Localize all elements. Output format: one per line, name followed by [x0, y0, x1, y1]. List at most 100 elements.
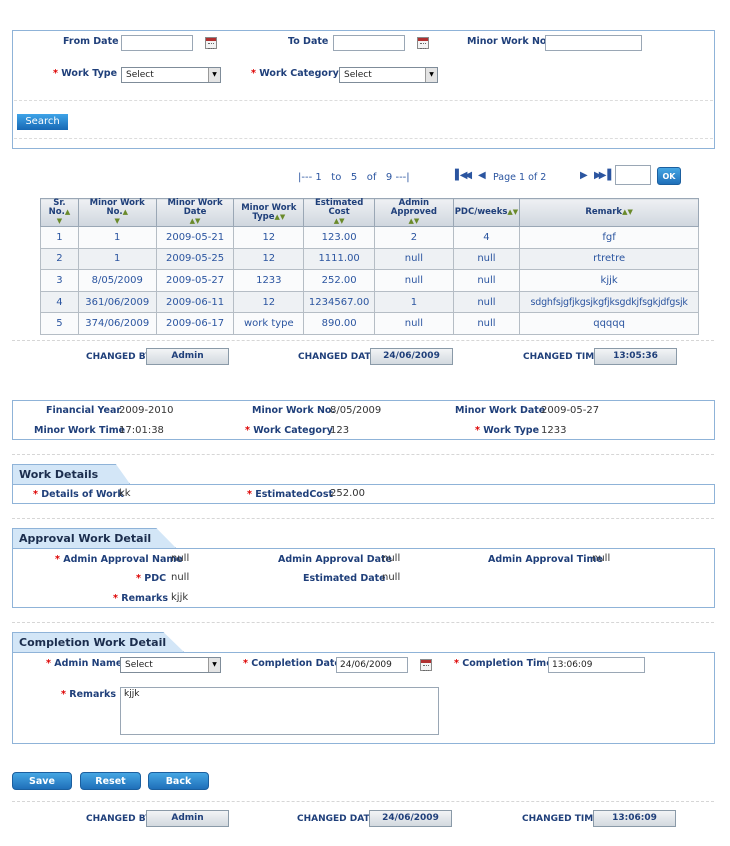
minor-work-no-label: Minor Work No. [467, 36, 551, 47]
cell: 1234567.00 [303, 290, 376, 314]
admin-approval-date-value: null [382, 553, 401, 564]
cell: 252.00 [303, 269, 376, 292]
cell: 2009-06-11 [155, 290, 235, 314]
first-page-icon[interactable]: ▌◀◀ [455, 170, 472, 181]
cell: 2009-05-27 [155, 269, 235, 292]
remarks-value: kjjk [171, 592, 189, 603]
chevron-down-icon: ▼ [425, 68, 437, 82]
search-button[interactable]: Search [17, 114, 68, 130]
minor-work-time-label: Minor Work Time [34, 425, 126, 436]
minor-work-no-value: 8/05/2009 [330, 405, 382, 416]
admin-approval-time-label: Admin Approval Time [488, 554, 603, 565]
cell: 1233 [233, 269, 305, 292]
approval-work-detail-tab: Approval Work Detail [12, 528, 176, 548]
changed-time-value: 13:05:36 [594, 348, 677, 365]
estimated-date-value: null [382, 572, 401, 583]
completion-work-detail-tab: Completion Work Detail [12, 632, 184, 652]
cell: 2 [374, 226, 454, 249]
header-admin-approved[interactable]: Admin Approved ▲▼ [374, 198, 454, 227]
completion-remarks-textarea[interactable]: kjjk [120, 687, 439, 735]
cell: null [374, 312, 454, 335]
completion-time-input[interactable] [548, 657, 645, 673]
to-date-label: To Date [288, 36, 329, 47]
details-of-work-label: Details of Work [33, 489, 123, 500]
table-row[interactable]: 2 1 2009-05-25 12 1111.00 null null rtretre [40, 247, 699, 271]
calendar-icon[interactable] [417, 37, 429, 49]
minor-work-time-value: 17:01:38 [119, 425, 164, 436]
changed-by-label: CHANGED BY [86, 814, 152, 824]
completion-remarks-label: Remarks [61, 689, 116, 700]
from-date-input[interactable] [121, 35, 193, 51]
prev-page-icon[interactable]: ◀ [478, 170, 486, 181]
completion-time-label: Completion Time [454, 658, 552, 669]
cell: 4 [452, 226, 521, 249]
changed-time-value: 13:06:09 [593, 810, 676, 827]
cell: 8/05/2009 [77, 269, 157, 292]
changed-by-label: CHANGED BY [86, 352, 152, 362]
next-page-icon[interactable]: ▶ [580, 170, 588, 181]
table-header-row: Sr. No.▲ ▼ Minor Work No.▲ ▼ Minor Work Da… [40, 198, 699, 227]
table-row[interactable]: 1 1 2009-05-21 12 123.00 2 4 fgf [40, 226, 699, 249]
changed-by-value: Admin [146, 348, 229, 365]
calendar-icon[interactable] [420, 659, 432, 671]
cell: 12 [233, 226, 305, 249]
work-category-value: 123 [330, 425, 350, 436]
cell: 1 [374, 290, 454, 314]
remarks-label: Remarks [113, 593, 168, 604]
cell: 4 [40, 290, 79, 314]
cell: qqqqq [519, 312, 699, 335]
reset-button[interactable]: Reset [80, 772, 141, 790]
minor-work-no-input[interactable] [545, 35, 642, 51]
cell: null [452, 247, 521, 271]
table-row[interactable]: 5 374/06/2009 2009-06-17 work type 890.00 nul… [40, 312, 699, 335]
cell: 361/06/2009 [77, 290, 157, 314]
ok-button[interactable]: OK [657, 167, 681, 185]
header-minor-work-type[interactable]: Minor Work Type▲▼ [233, 198, 305, 227]
last-page-icon[interactable]: ▶▶▐ [594, 170, 611, 181]
completion-date-label: Completion Date [243, 658, 341, 669]
page-number-input[interactable] [615, 165, 651, 185]
work-category-select[interactable]: Select ▼ [339, 67, 438, 83]
divider [14, 138, 713, 139]
chevron-down-icon: ▼ [208, 68, 220, 82]
calendar-icon[interactable] [205, 37, 217, 49]
to-date-input[interactable] [333, 35, 405, 51]
cell: 2009-06-17 [155, 312, 235, 335]
changed-time-label: CHANGED TIME [523, 352, 601, 362]
work-details-tab: Work Details [12, 464, 130, 484]
cell: null [452, 290, 521, 314]
table-row[interactable]: 3 8/05/2009 2009-05-27 1233 252.00 null null kj… [40, 269, 699, 292]
admin-approval-date-label: Admin Approval Date [278, 554, 392, 565]
changed-date-value: 24/06/2009 [369, 810, 452, 827]
work-type-value: Select [126, 70, 154, 80]
cell: sdghfsjgfjkgsjkgfjksgdkjfsgkjdfgsjk [519, 290, 699, 314]
cell: 3 [40, 269, 79, 292]
header-pdc-weeks[interactable]: PDC/weeks▲▼ [452, 198, 521, 227]
header-remark[interactable]: Remark▲▼ [519, 198, 699, 227]
completion-date-input[interactable] [336, 657, 408, 673]
cell: 1 [40, 226, 79, 249]
admin-name-select[interactable]: Select ▼ [120, 657, 221, 673]
minor-work-date-label: Minor Work Date [455, 405, 546, 416]
estimated-cost-label: EstimatedCost [247, 489, 333, 500]
header-estimated-cost[interactable]: Estimated Cost ▲▼ [303, 198, 376, 227]
cell: work type [233, 312, 305, 335]
header-minor-work-no[interactable]: Minor Work No.▲ ▼ [77, 198, 157, 227]
cell: null [374, 247, 454, 271]
cell: null [452, 269, 521, 292]
save-button[interactable]: Save [12, 772, 72, 790]
header-minor-work-date[interactable]: Minor Work Date ▲▼ [155, 198, 235, 227]
work-type-label: Work Type [53, 68, 117, 79]
minor-work-table: Sr. No.▲ ▼ Minor Work No.▲ ▼ Minor Work Da… [40, 198, 699, 335]
header-sr-no[interactable]: Sr. No.▲ ▼ [40, 198, 79, 227]
from-date-label: From Date [63, 36, 119, 47]
admin-approval-name-label: Admin Approval Name [55, 554, 182, 565]
cell: 5 [40, 312, 79, 335]
cell: 890.00 [303, 312, 376, 335]
cell: 374/06/2009 [77, 312, 157, 335]
back-button[interactable]: Back [148, 772, 209, 790]
work-type-select[interactable]: Select ▼ [121, 67, 221, 83]
admin-name-label: Admin Name [46, 658, 122, 669]
table-row[interactable]: 4 361/06/2009 2009-06-11 12 1234567.00 1 null s… [40, 290, 699, 314]
admin-name-value: Select [125, 660, 153, 670]
